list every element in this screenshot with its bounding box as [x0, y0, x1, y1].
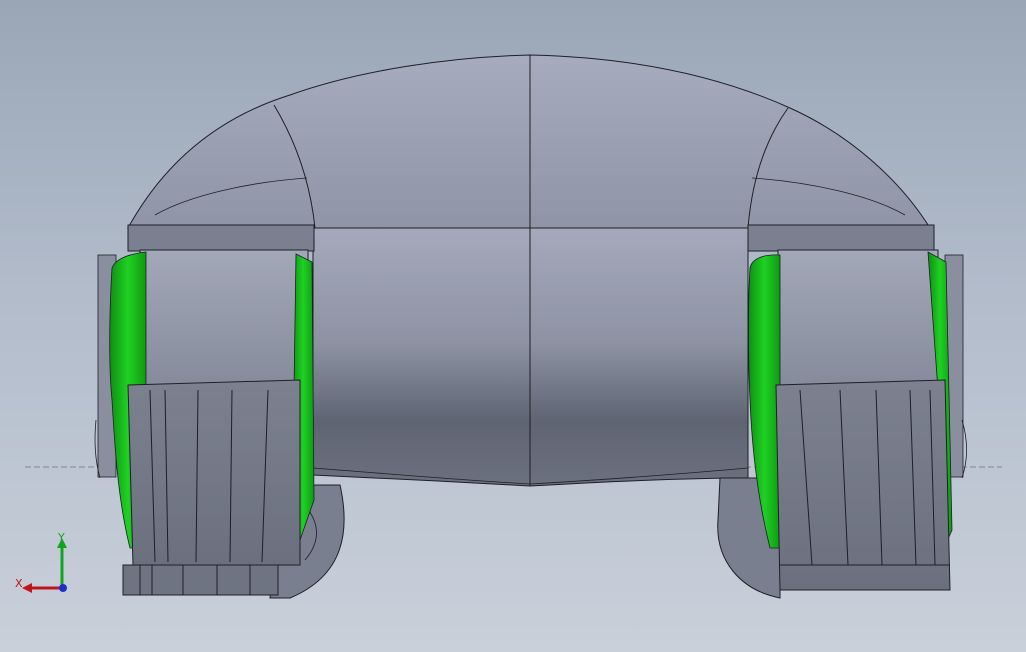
y-axis-label: Y — [58, 531, 65, 544]
vehicle-model[interactable] — [0, 0, 1026, 652]
left-lower-tread — [122, 564, 279, 596]
x-axis-label: X — [15, 577, 23, 590]
dome-shell — [127, 54, 931, 229]
right-wheel-pod[interactable] — [747, 224, 964, 591]
triad-plane — [32, 563, 62, 586]
x-axis-arrowhead — [22, 583, 32, 593]
z-axis-dot — [59, 584, 67, 592]
view-orientation-triad[interactable]: Y X — [10, 528, 80, 600]
right-tread — [775, 379, 951, 591]
left-wheel-pod[interactable] — [97, 224, 315, 596]
graphics-viewport[interactable]: Y X — [0, 0, 1026, 652]
